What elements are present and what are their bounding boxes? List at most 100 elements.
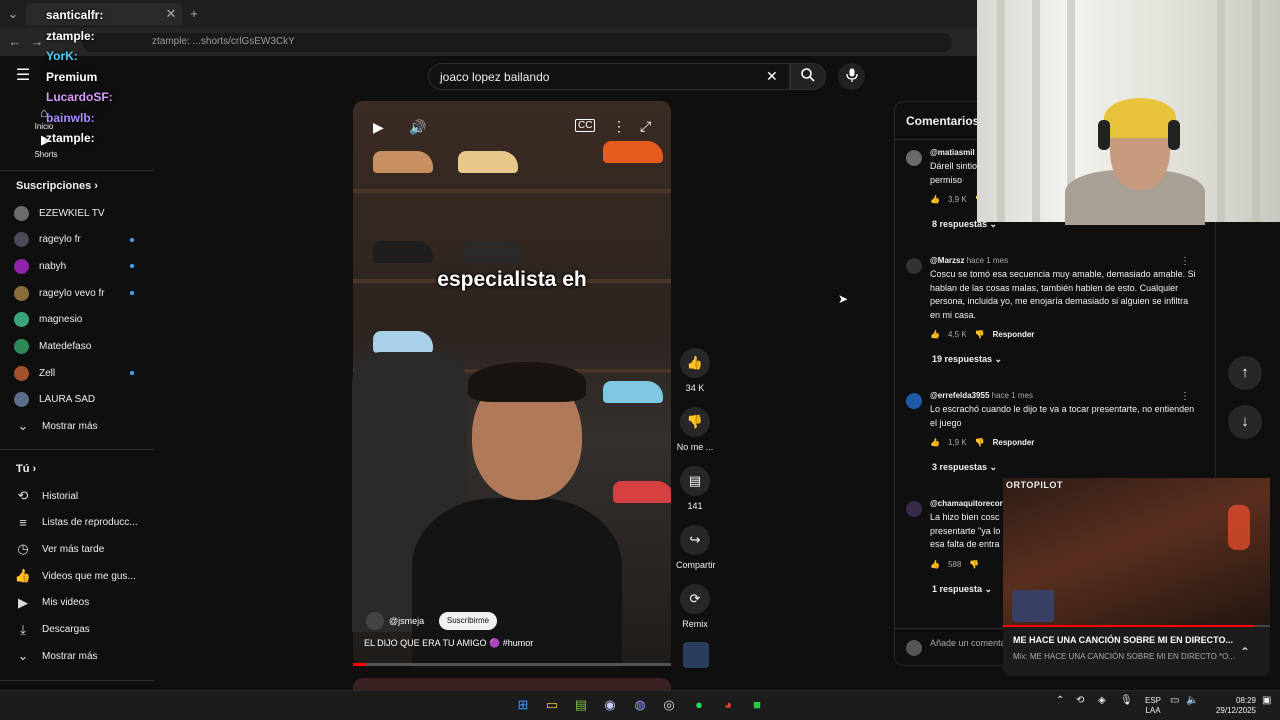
show-more-subscriptions[interactable]: ⌄ Mostrar más (14, 415, 154, 437)
comment-like-button[interactable]: 👍 (930, 195, 940, 204)
dislike-button[interactable]: 👎 No me ... (676, 407, 714, 452)
sidebar-item-history[interactable]: ⟲ Historial (14, 485, 154, 507)
comment-like-button[interactable]: 👍 (930, 560, 940, 569)
expand-chevron-icon[interactable]: ⌃ (1240, 645, 1250, 659)
comment-like-button[interactable]: 👍 (930, 330, 940, 339)
subscription-item[interactable]: Matedefaso (14, 336, 154, 358)
windows-start-icon[interactable]: ⊞ (514, 696, 532, 714)
subscriptions-heading[interactable]: Suscripciones › (16, 180, 98, 192)
spotify-icon[interactable]: ● (690, 696, 708, 714)
tray-app-icon[interactable]: ⟲ (1076, 696, 1084, 706)
subscription-label: magnesio (39, 314, 83, 326)
subscription-item[interactable]: LAURA SAD (14, 389, 154, 411)
comment-time: hace 1 mes (966, 256, 1009, 265)
channel-avatar[interactable] (366, 612, 384, 630)
comments-button[interactable]: ▤ 141 (676, 466, 714, 511)
search-input[interactable]: joaco lopez bailando (428, 63, 790, 90)
fullscreen-icon[interactable]: ⤢ (640, 118, 651, 135)
comment-dislike-button[interactable]: 👎 (969, 560, 979, 569)
address-input[interactable]: ztample: ...shorts/crlGsEW3CkY (82, 33, 952, 52)
subscription-item[interactable]: Zell (14, 362, 154, 384)
comment-dislike-button[interactable]: 👎 (975, 438, 985, 447)
tab-list-icon[interactable]: ⌄ (4, 5, 22, 23)
like-button[interactable]: 👍 34 K (676, 348, 714, 393)
playlist-icon: ≡ (19, 515, 27, 531)
obs-icon[interactable]: ◎ (660, 696, 678, 714)
subscription-item[interactable]: EZEWKIEL TV (14, 202, 154, 224)
comment-dislike-button[interactable]: 👎 (975, 330, 985, 339)
new-tab-icon[interactable]: + (185, 5, 203, 23)
miniplayer-title[interactable]: ME HACE UNA CANCIÓN SOBRE MI EN DIRECTO.… (1013, 635, 1233, 645)
sidebar-divider (0, 170, 154, 171)
volume-tray-icon[interactable]: 🔈 (1186, 696, 1198, 706)
my-videos-icon: ▶ (18, 594, 28, 610)
menu-icon[interactable]: ☰ (14, 67, 32, 85)
comment-like-button[interactable]: 👍 (930, 438, 940, 447)
sidebar-item-download[interactable]: ⤓ Descargas (14, 619, 154, 641)
subscription-item[interactable]: nabyh (14, 255, 154, 277)
channel-name[interactable]: @jsmeja (389, 616, 424, 626)
input-language[interactable]: ESP LAA (1142, 696, 1164, 716)
comment-author[interactable]: @matiasmil (930, 148, 975, 157)
sidebar-item-my-videos[interactable]: ▶ Mis videos (14, 592, 154, 614)
subscribe-button[interactable]: Suscribirme (439, 612, 497, 630)
chrome-icon[interactable]: ◕ (719, 696, 737, 714)
video-progress[interactable] (353, 663, 671, 666)
discord-icon[interactable]: ◍ (631, 696, 649, 714)
forward-icon[interactable]: → (28, 33, 46, 51)
search-button[interactable] (790, 63, 826, 90)
remix-button[interactable]: ⟳ Remix (676, 584, 714, 629)
sidebar-item-label: Videos que me gus... (42, 570, 136, 582)
back-icon[interactable]: ← (6, 33, 24, 51)
volume-icon[interactable]: 🔊 (409, 119, 426, 136)
commenter-avatar[interactable] (906, 150, 922, 166)
dislike-label: No me ... (676, 442, 714, 452)
comment-more-icon[interactable]: ⋮ (1180, 391, 1190, 402)
previous-short-button[interactable]: ↑ (1228, 356, 1262, 390)
tray-app-icon[interactable]: ◈ (1098, 696, 1106, 706)
subscription-item[interactable]: rageylo fr (14, 229, 154, 251)
thumbs-down-icon: 👎 (680, 407, 710, 437)
comment-reply-button[interactable]: Responder (993, 330, 1035, 339)
app-icon[interactable]: ▤ (572, 696, 590, 714)
steam-icon[interactable]: ◉ (601, 696, 619, 714)
voice-search-button[interactable] (838, 63, 865, 90)
more-vert-icon[interactable]: ⋮ (612, 118, 626, 135)
you-heading[interactable]: Tú › (16, 463, 36, 475)
comment-author[interactable]: @Marzsz hace 1 mes (930, 256, 1008, 265)
captions-icon[interactable]: CC (575, 119, 596, 132)
audio-thumbnail[interactable] (683, 642, 709, 668)
microphone-tray-icon[interactable]: 🎙 (1120, 696, 1133, 706)
commenter-avatar[interactable] (906, 258, 922, 274)
replies-label: 1 respuesta (932, 583, 983, 594)
next-short-button[interactable]: ↓ (1228, 405, 1262, 439)
clear-search-icon[interactable]: ✕ (766, 68, 778, 85)
play-icon[interactable]: ▶ (373, 119, 384, 136)
replies-toggle[interactable]: 1 respuesta ⌄ (932, 584, 992, 595)
replies-toggle[interactable]: 19 respuestas ⌄ (932, 354, 1002, 365)
network-icon[interactable]: ▭ (1170, 696, 1179, 706)
comment-author[interactable]: @chamaquitorecor (930, 499, 1003, 508)
subscription-item[interactable]: rageylo vevo fr (14, 282, 154, 304)
tray-overflow-icon[interactable]: ⌃ (1056, 696, 1064, 706)
share-button[interactable]: ↪ Compartir (676, 525, 716, 570)
stream-player-name: ztample: (46, 131, 95, 145)
subscription-item[interactable]: magnesio (14, 309, 154, 331)
commenter-avatar[interactable] (906, 393, 922, 409)
replies-toggle[interactable]: 3 respuestas ⌄ (932, 462, 997, 473)
clock[interactable]: 08:29 29/12/2025 (1206, 696, 1256, 716)
file-explorer-icon[interactable]: ▭ (543, 696, 561, 714)
sidebar-item-playlist[interactable]: ≡ Listas de reproducc... (14, 512, 154, 534)
sidebar-item-clock[interactable]: ◷ Ver más tarde (14, 538, 154, 560)
comment-author[interactable]: @errefelda3955 hace 1 mes (930, 391, 1033, 400)
show-more-you[interactable]: ⌄ Mostrar más (14, 645, 154, 667)
chevron-down-icon: ⌄ (992, 354, 1003, 364)
sidebar-item-thumbs-up[interactable]: 👍 Videos que me gus... (14, 565, 154, 587)
notifications-icon[interactable]: ▣ (1262, 696, 1271, 706)
comment-username: @Marzsz (930, 256, 965, 265)
commenter-avatar[interactable] (906, 501, 922, 517)
kick-icon[interactable]: ■ (748, 696, 766, 714)
comment-reply-button[interactable]: Responder (993, 438, 1035, 447)
comment-more-icon[interactable]: ⋮ (1180, 256, 1190, 267)
video-title[interactable]: EL DIJO QUE ERA TU AMIGO 🟣 #humor (364, 638, 533, 649)
